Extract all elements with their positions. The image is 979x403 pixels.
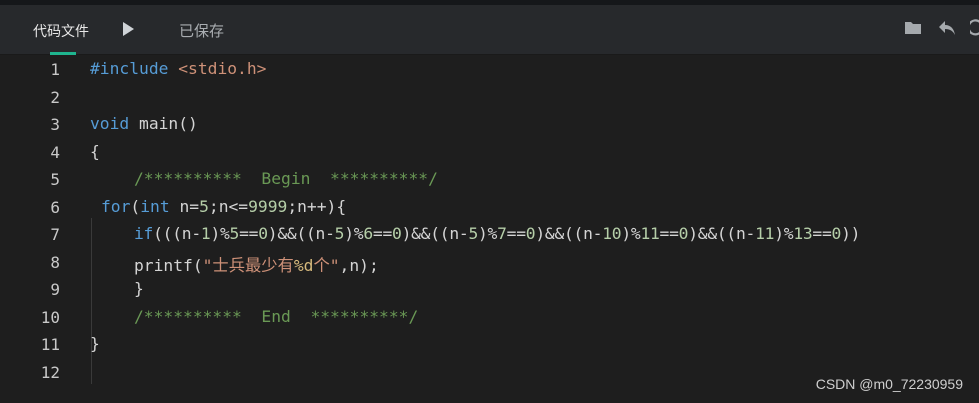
code-text: ( — [130, 197, 141, 216]
number: 0 — [831, 224, 842, 243]
code-text: == — [372, 224, 392, 243]
undo-icon[interactable] — [937, 19, 957, 37]
code-text: )&&((n- — [401, 224, 469, 243]
code-text: ;n<= — [208, 197, 249, 216]
keyword: void — [90, 114, 130, 133]
code-text: )&&((n- — [267, 224, 335, 243]
line-number: 4 — [50, 143, 60, 162]
code-text: )% — [478, 224, 498, 243]
comment: /********** End **********/ — [134, 307, 419, 326]
redo-icon[interactable] — [970, 19, 979, 37]
comment: /********** Begin **********/ — [134, 169, 438, 188]
number: 1 — [200, 224, 211, 243]
number: 5 — [468, 224, 478, 243]
code-text: )% — [774, 224, 794, 243]
code-text: )&&((n- — [535, 224, 603, 243]
preprocessor-directive: #include — [90, 59, 169, 78]
number: 7 — [497, 224, 507, 243]
format-specifier: %d — [293, 256, 314, 275]
run-icon[interactable] — [123, 22, 134, 36]
folder-icon[interactable] — [904, 19, 922, 35]
code-text: } — [90, 334, 100, 353]
number: 13 — [793, 224, 813, 243]
code-text: )) — [841, 224, 861, 243]
code-line-5: /********** Begin **********/ — [134, 169, 438, 188]
line-number: 12 — [40, 363, 60, 382]
number: 0 — [258, 224, 268, 243]
code-line-8: printf("士兵最少有%d个",n); — [134, 252, 379, 276]
keyword: if — [134, 224, 154, 243]
code-line-1: #include <stdio.h> — [90, 59, 266, 78]
save-status: 已保存 — [179, 22, 225, 40]
number: 0 — [525, 224, 536, 243]
number: 9999 — [248, 197, 288, 216]
line-number: 5 — [50, 170, 60, 189]
line-number: 3 — [50, 115, 60, 134]
code-line-10: /********** End **********/ — [134, 307, 418, 326]
code-text: (((n- — [153, 224, 201, 243]
code-text: == — [659, 224, 679, 243]
number: 0 — [678, 224, 689, 243]
code-text: n= — [169, 197, 200, 216]
code-text: ;n++){ — [287, 197, 347, 216]
number: 6 — [363, 224, 373, 243]
line-number: 11 — [40, 335, 60, 354]
code-text: printf( — [134, 256, 203, 275]
code-text: == — [239, 224, 259, 243]
editor-toolbar: 代码文件 已保存 — [0, 5, 979, 55]
number: 0 — [392, 224, 402, 243]
tab-code-file[interactable]: 代码文件 — [33, 21, 89, 41]
string-literal: 个" — [313, 256, 340, 275]
code-text: )% — [621, 224, 641, 243]
include-header: <stdio.h> — [178, 59, 267, 78]
line-number: 10 — [40, 308, 60, 327]
number: 11 — [755, 224, 775, 243]
code-text: ,n); — [339, 256, 379, 275]
code-line-6: for(int n=5;n<=9999;n++){ — [101, 197, 346, 216]
code-text: { — [90, 142, 100, 161]
watermark: CSDN @m0_72230959 — [815, 376, 963, 392]
line-number: 6 — [50, 198, 60, 217]
line-number: 7 — [50, 225, 60, 244]
code-text: } — [134, 279, 144, 298]
line-number: 8 — [50, 253, 60, 272]
keyword: int — [140, 197, 170, 216]
code-editor[interactable]: 1 2 3 4 5 6 7 8 9 10 11 12 #include <std… — [0, 55, 979, 403]
code-text: )&&((n- — [688, 224, 756, 243]
code-text: == — [506, 224, 526, 243]
code-text: == — [812, 224, 832, 243]
code-text: main() — [129, 114, 198, 133]
code-line-9: } — [134, 279, 144, 298]
indent-guide — [91, 218, 92, 384]
code-line-7: if(((n-1)%5==0)&&((n-5)%6==0)&&((n-5)%7=… — [134, 224, 860, 243]
number: 10 — [602, 224, 622, 243]
keyword: for — [101, 197, 131, 216]
line-number: 9 — [50, 280, 60, 299]
number: 5 — [199, 197, 209, 216]
number: 5 — [334, 224, 345, 243]
code-line-11: } — [90, 334, 100, 353]
code-text: )% — [344, 224, 364, 243]
line-number: 1 — [50, 60, 60, 79]
code-text: )% — [210, 224, 230, 243]
code-line-3: void main() — [90, 114, 198, 133]
number: 5 — [229, 224, 240, 243]
line-number: 2 — [50, 88, 60, 107]
code-line-4: { — [90, 142, 100, 161]
string-literal: "士兵最少有 — [202, 256, 294, 275]
number: 11 — [640, 224, 660, 243]
